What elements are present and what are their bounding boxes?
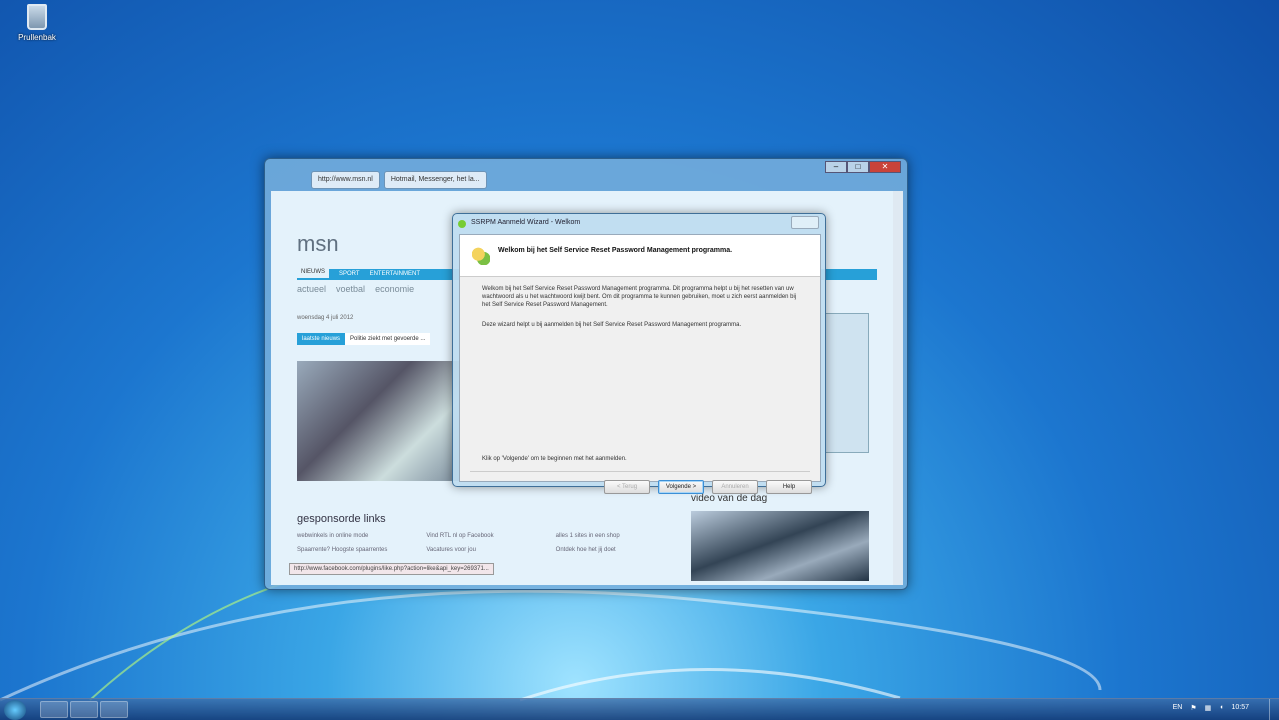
wizard-dialog: SSRPM Aanmeld Wizard - Welkom Welkom bij… bbox=[452, 213, 826, 494]
video-thumbnail[interactable] bbox=[691, 511, 869, 581]
browser-tab[interactable]: Hotmail, Messenger, het la... bbox=[383, 171, 487, 189]
taskbar-wizard-icon[interactable] bbox=[100, 701, 128, 718]
dialog-heading: Welkom bij het Self Service Reset Passwo… bbox=[498, 247, 733, 254]
sponsored-link[interactable]: Spaarrente? Hoogste spaarrentes bbox=[297, 547, 418, 553]
wallpaper-swoosh bbox=[519, 668, 901, 702]
side-panel bbox=[825, 313, 869, 453]
taskbar: EN ⚑ ▦ ◖ 10:57 bbox=[0, 698, 1279, 720]
app-icon bbox=[458, 220, 466, 228]
address-bar[interactable]: http://www.msn.nl bbox=[311, 171, 380, 189]
video-heading: video van de dag bbox=[691, 493, 768, 504]
help-button[interactable]: Help bbox=[766, 480, 812, 494]
show-desktop-button[interactable] bbox=[1269, 699, 1279, 720]
date: woensdag 4 juli 2012 bbox=[297, 315, 354, 321]
subnav-item[interactable]: actueel bbox=[297, 284, 326, 294]
nav-item[interactable]: NIEUWS bbox=[297, 269, 329, 278]
nav-item[interactable]: SPORT bbox=[339, 271, 360, 278]
divider bbox=[470, 471, 810, 472]
intro-text: Welkom bij het Self Service Reset Passwo… bbox=[482, 286, 797, 308]
explorer-icon[interactable] bbox=[40, 701, 68, 718]
maximize-button[interactable]: □ bbox=[847, 161, 869, 173]
breaking-link[interactable]: Politie ziekt met gevoerde ... bbox=[345, 333, 431, 345]
taskbar-browser-icon[interactable] bbox=[70, 701, 98, 718]
keys-icon bbox=[472, 247, 490, 265]
network-icon[interactable]: ▦ bbox=[1205, 704, 1212, 712]
volume-icon[interactable]: ◖ bbox=[1219, 704, 1223, 712]
next-button[interactable]: Volgende > bbox=[658, 480, 704, 494]
msn-logo: msn bbox=[297, 231, 339, 256]
start-button[interactable] bbox=[4, 700, 26, 720]
minimize-button[interactable]: – bbox=[825, 161, 847, 173]
close-button[interactable]: ✕ bbox=[869, 161, 901, 173]
wallpaper-swoosh bbox=[0, 589, 1102, 702]
subnav-item[interactable]: economie bbox=[375, 284, 414, 294]
footer-text: Klik op 'Volgende' om te beginnen met he… bbox=[482, 456, 627, 462]
recycle-bin-label: Prullenbak bbox=[18, 33, 56, 42]
close-button[interactable] bbox=[791, 216, 819, 229]
subnav-item[interactable]: voetbal bbox=[336, 284, 365, 294]
back-button[interactable]: < Terug bbox=[604, 480, 650, 494]
cancel-button[interactable]: Annuleren bbox=[712, 480, 758, 494]
scrollbar[interactable] bbox=[893, 191, 903, 585]
clock[interactable]: 10:57 bbox=[1231, 704, 1249, 712]
language-indicator[interactable]: EN bbox=[1173, 704, 1183, 712]
breaking-label: laatste nieuws bbox=[297, 333, 346, 345]
trash-icon bbox=[27, 4, 47, 30]
sponsored-heading: gesponsorde links bbox=[297, 513, 386, 525]
nav-item[interactable]: ENTERTAINMENT bbox=[370, 271, 420, 278]
sponsored-link[interactable]: alles 1 sites in een shop bbox=[556, 533, 677, 539]
dialog-title: SSRPM Aanmeld Wizard - Welkom bbox=[471, 219, 581, 226]
recycle-bin-icon[interactable]: Prullenbak bbox=[14, 4, 60, 42]
sponsored-link[interactable]: webwinkels in online mode bbox=[297, 533, 418, 539]
sponsored-link[interactable]: Vind RTL nl op Facebook bbox=[426, 533, 547, 539]
news-photo[interactable] bbox=[297, 361, 465, 481]
flag-icon[interactable]: ⚑ bbox=[1190, 704, 1196, 712]
status-url: http://www.facebook.com/plugins/like.php… bbox=[289, 563, 494, 575]
sponsored-link[interactable]: Ontdek hoe het jij doet bbox=[556, 547, 677, 553]
intro-text-2: Deze wizard helpt u bij aanmelden bij he… bbox=[482, 322, 742, 328]
sponsored-link[interactable]: Vacatures voor jou bbox=[426, 547, 547, 553]
